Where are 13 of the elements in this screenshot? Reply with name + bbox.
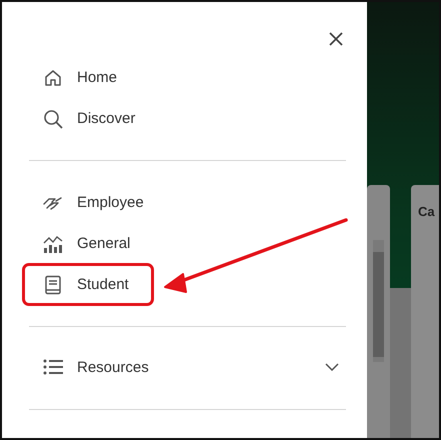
search-icon (43, 108, 63, 128)
menu-item[interactable]: Employee (29, 182, 346, 223)
menu-item[interactable]: General (29, 223, 346, 264)
menu-item[interactable]: Discover (29, 98, 346, 139)
menu-item[interactable]: Student (22, 263, 154, 306)
menu-item[interactable]: Home (29, 57, 346, 98)
resources-menu-item[interactable]: Resources (29, 346, 346, 388)
chart-icon (43, 234, 63, 254)
home-icon (43, 68, 63, 88)
chevron-icon (325, 363, 339, 371)
list-icon (43, 357, 63, 377)
book-icon (43, 274, 63, 294)
card-title: Ca (418, 204, 435, 219)
